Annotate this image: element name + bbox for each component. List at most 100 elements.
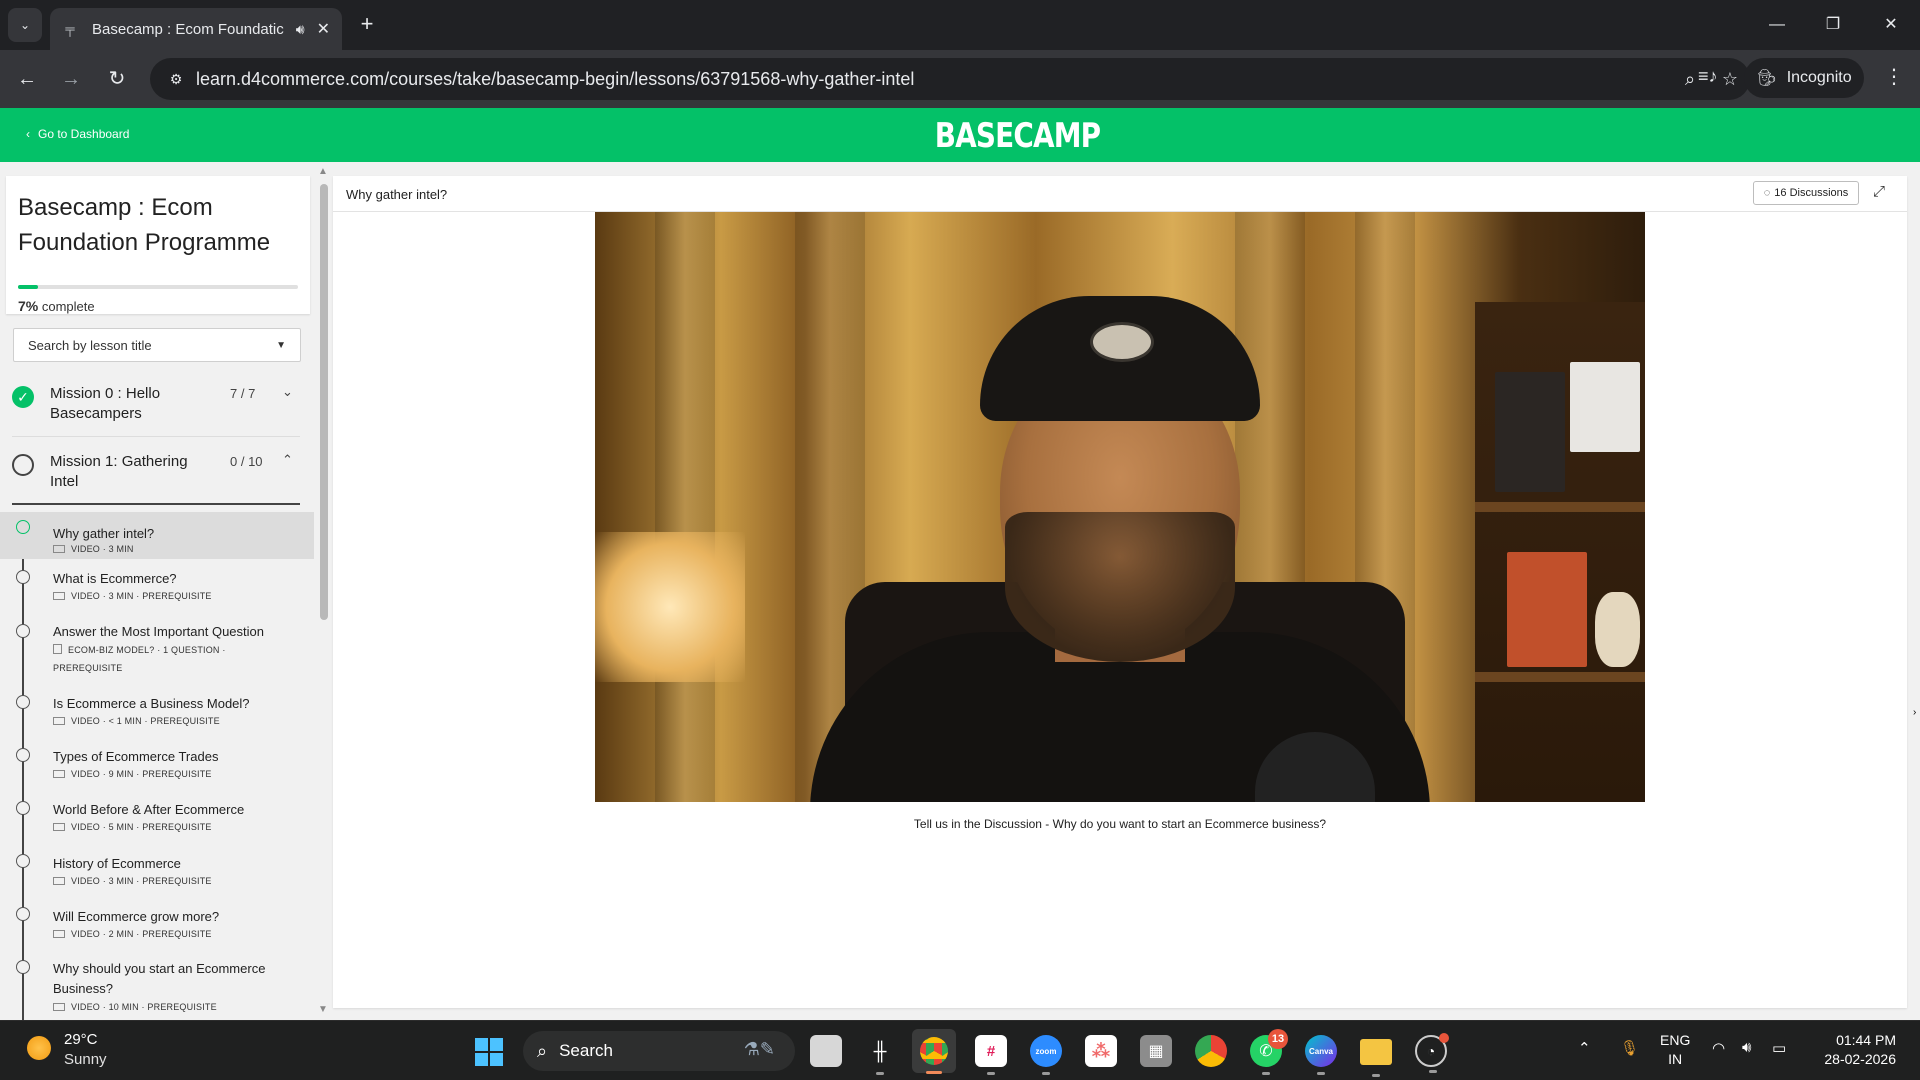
book [1507,552,1587,667]
go-to-dashboard-link[interactable]: ‹ Go to Dashboard [26,127,129,141]
battery-icon[interactable]: ▭ [1772,1039,1786,1057]
lesson-status-icon [16,960,30,974]
brand-logo: BASECAMP [934,116,1101,156]
language-indicator[interactable]: ENG IN [1660,1031,1690,1069]
url-text[interactable]: learn.d4commerce.com/courses/take/baseca… [196,69,1670,90]
expand-icon[interactable]: ⤢ [1873,183,1885,200]
lesson-meta: VIDEO · 3 MIN · PREREQUISITE [53,876,212,886]
mission-0[interactable]: ✓ Mission 0 : Hello Basecampers 7 / 7 ⌄ [12,384,300,428]
mission-1-underline [12,503,300,505]
video-icon [53,717,65,725]
lesson-item[interactable]: Answer the Most Important Question ECOM-… [0,612,314,684]
browser-tab[interactable]: ╤ Basecamp : Ecom Foundatic 🔊︎ ✕ [50,8,342,50]
lesson-item[interactable]: Types of Ecommerce Trades VIDEO · 9 MIN … [0,737,314,790]
comment-icon: ◌ [1763,187,1771,199]
browser-menu-icon[interactable]: ⋮ [1884,64,1904,89]
obs-notification-dot [1439,1033,1449,1043]
slack-icon[interactable]: # [975,1035,1007,1075]
scroll-thumb[interactable] [320,184,328,620]
volume-icon[interactable]: 🔊︎ [1742,1039,1751,1056]
lesson-status-icon [16,854,30,868]
scroll-down-arrow-icon[interactable]: ▼ [318,1004,328,1015]
tab-search-menu-icon[interactable]: ⌄ [8,8,42,42]
browser-tab-bar: ⌄ ╤ Basecamp : Ecom Foundatic 🔊︎ ✕ + — ❐… [0,0,1920,50]
wifi-icon[interactable]: ◠ [1712,1039,1725,1057]
task-view-icon[interactable] [810,1035,842,1067]
lesson-title-line-2: Business? [53,981,113,996]
restore-icon[interactable]: ❐ [1818,10,1848,40]
chrome-icon[interactable] [912,1029,956,1074]
lesson-item[interactable]: What is Ecommerce? VIDEO · 3 MIN · PRERE… [0,559,314,612]
loading-favicon-icon: ╤ [65,21,75,36]
sidebar-scrollbar[interactable]: ▲ ▼ [316,162,330,1020]
file-explorer-icon[interactable] [1360,1039,1392,1077]
incognito-icon: 🕵︎ [1756,70,1777,87]
figurine [1595,592,1640,667]
canva-icon[interactable]: Canva [1305,1035,1337,1075]
taskbar-search[interactable]: ⌕ Search ⚗✎ [523,1031,795,1071]
weather-description[interactable]: Sunny [64,1051,107,1068]
lesson-search-dropdown[interactable]: Search by lesson title ▼ [13,328,301,362]
system-clock[interactable]: 01:44 PM 28-02-2026 [1816,1031,1896,1069]
mission-0-count: 7 / 7 [230,386,256,401]
address-bar[interactable]: ⚙ learn.d4commerce.com/courses/take/base… [150,58,1750,100]
lesson-item[interactable]: History of Ecommerce VIDEO · 3 MIN · PRE… [0,843,314,896]
incognito-indicator[interactable]: 🕵︎ Incognito [1744,58,1864,98]
lesson-item[interactable]: Why should you start an Ecommerce Busine… [0,949,314,1020]
reload-icon[interactable]: ↻ [104,66,130,92]
lesson-item[interactable]: Will Ecommerce grow more? VIDEO · 2 MIN … [0,896,314,949]
lesson-item[interactable]: Is Ecommerce a Business Model? VIDEO · <… [0,684,314,737]
media-controls-icon[interactable]: ≡♪ [1698,66,1718,87]
close-tab-icon[interactable]: ✕ [317,19,330,39]
microphone-icon[interactable]: 🎙︎ [1620,1039,1639,1057]
zoom-icon[interactable]: zoom [1030,1035,1062,1075]
tab-title: Basecamp : Ecom Foundatic [92,20,284,38]
chevron-up-icon[interactable]: ⌃ [282,452,293,468]
book [1495,372,1565,492]
whatsapp-icon[interactable]: ✆ 13 [1250,1029,1288,1075]
lesson-title: Answer the Most Important Question [53,624,264,639]
forward-arrow-icon[interactable]: → [58,66,84,92]
obs-icon[interactable]: ◔ [1415,1033,1449,1073]
lesson-meta: VIDEO · 3 MIN · PREREQUISITE [53,591,212,601]
video-icon [53,877,65,885]
mission-1[interactable]: Mission 1: Gathering Intel 0 / 10 ⌃ [12,452,300,496]
chrome-alt-icon[interactable] [1195,1035,1227,1067]
mission-divider [12,436,300,437]
course-sidebar: Basecamp : Ecom Foundation Programme 7% … [0,162,316,1020]
lamp-glow [595,532,745,682]
lesson-status-icon [16,907,30,921]
discussions-button[interactable]: ◌ 16 Discussions [1753,181,1859,205]
weather-temperature[interactable]: 29°C [64,1031,98,1048]
asana-icon[interactable]: ⁂ [1085,1035,1117,1067]
lesson-meta: VIDEO · 10 MIN · PREREQUISITE [53,1002,217,1012]
site-info-icon[interactable]: ⚙ [156,71,196,88]
lesson-video-player[interactable] [595,212,1645,802]
lesson-status-icon [16,624,30,638]
progress-text: 7% complete [18,298,95,314]
lesson-meta: VIDEO · 3 MIN [53,544,134,554]
discussion-prompt: Tell us in the Discussion - Why do you w… [913,817,1327,831]
audio-app-icon[interactable]: ╫ [864,1035,896,1075]
person-beard [1005,512,1235,662]
mission-1-count: 0 / 10 [230,454,263,469]
sun-weather-icon[interactable] [27,1036,51,1060]
windows-start-icon[interactable] [475,1038,503,1066]
mission-0-title: Mission 0 : Hello Basecampers [50,385,161,422]
chevron-up-icon[interactable]: ⌃ [1578,1039,1591,1057]
whatsapp-badge: 13 [1268,1029,1288,1049]
minimize-icon[interactable]: — [1762,10,1792,40]
speaker-icon[interactable]: 🔊︎ [296,21,305,38]
lesson-status-icon [16,695,30,709]
scroll-up-arrow-icon[interactable]: ▲ [318,166,328,177]
calculator-icon[interactable]: ▦ [1140,1035,1172,1067]
lesson-item-active[interactable]: Why gather intel? VIDEO · 3 MIN [0,512,314,559]
incognito-label: Incognito [1786,69,1852,86]
back-arrow-icon[interactable]: ← [14,66,40,92]
chevron-down-icon[interactable]: ⌄ [282,384,293,400]
lang-primary: ENG [1660,1032,1691,1048]
lesson-item[interactable]: World Before & After Ecommerce VIDEO · 5… [0,790,314,843]
new-tab-plus-icon[interactable]: + [354,12,380,38]
close-window-icon[interactable]: ✕ [1876,10,1906,40]
lesson-meta: VIDEO · 5 MIN · PREREQUISITE [53,822,212,832]
